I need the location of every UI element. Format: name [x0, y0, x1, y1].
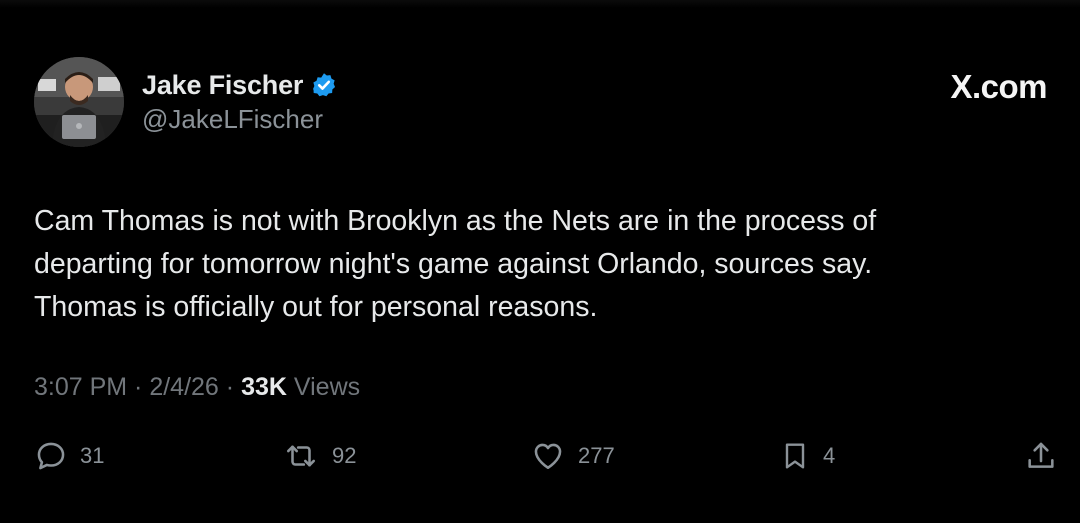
verified-badge-icon	[313, 73, 336, 97]
reply-count: 31	[80, 443, 105, 468]
tweet-screenshot: Jake Fischer @JakeLFischer X.com Cam Tho…	[0, 0, 1080, 523]
tweet-text-line: Thomas is officially out for personal re…	[34, 291, 598, 323]
meta-separator: ·	[218, 373, 242, 401]
avatar-photo-icon	[34, 57, 124, 147]
tweet-text: Cam Thomas is not with Brooklyn as the N…	[34, 200, 1044, 329]
views-label: Views	[286, 373, 361, 401]
top-edge	[0, 0, 1080, 8]
share-icon	[1028, 442, 1054, 468]
repost-icon	[286, 445, 316, 467]
tweet-text-line: Cam Thomas is not with Brooklyn as the N…	[34, 205, 877, 237]
action-bar: 31 92 277 4	[0, 436, 1080, 476]
bookmark-count: 4	[823, 443, 836, 468]
tweet-date[interactable]: 2/4/26	[149, 373, 219, 401]
heart-icon	[534, 443, 562, 470]
author-name-row[interactable]: Jake Fischer	[142, 68, 337, 102]
views-count: 33K	[241, 373, 287, 401]
x-com-brand: X.com	[950, 68, 1047, 105]
tweet-meta: 3:07 PM · 2/4/26 · 33K Views	[34, 373, 360, 402]
tweet-text-line: departing for tomorrow night's game agai…	[34, 248, 873, 280]
author-display-name[interactable]: Jake Fischer	[142, 70, 303, 101]
bookmark-button[interactable]: 4	[779, 436, 835, 476]
bookmark-icon	[785, 443, 805, 469]
avatar[interactable]	[34, 57, 124, 147]
bottom-edge	[0, 517, 1080, 523]
meta-separator: ·	[127, 373, 150, 401]
reply-button[interactable]: 31	[34, 436, 104, 476]
repost-button[interactable]: 92	[282, 436, 356, 476]
tweet-time[interactable]: 3:07 PM	[34, 373, 127, 401]
share-button[interactable]	[1024, 436, 1058, 476]
like-button[interactable]: 277	[530, 436, 615, 476]
repost-count: 92	[332, 443, 357, 468]
like-count: 277	[578, 443, 615, 468]
reply-icon	[37, 442, 65, 470]
author-handle[interactable]: @JakeLFischer	[142, 104, 323, 135]
